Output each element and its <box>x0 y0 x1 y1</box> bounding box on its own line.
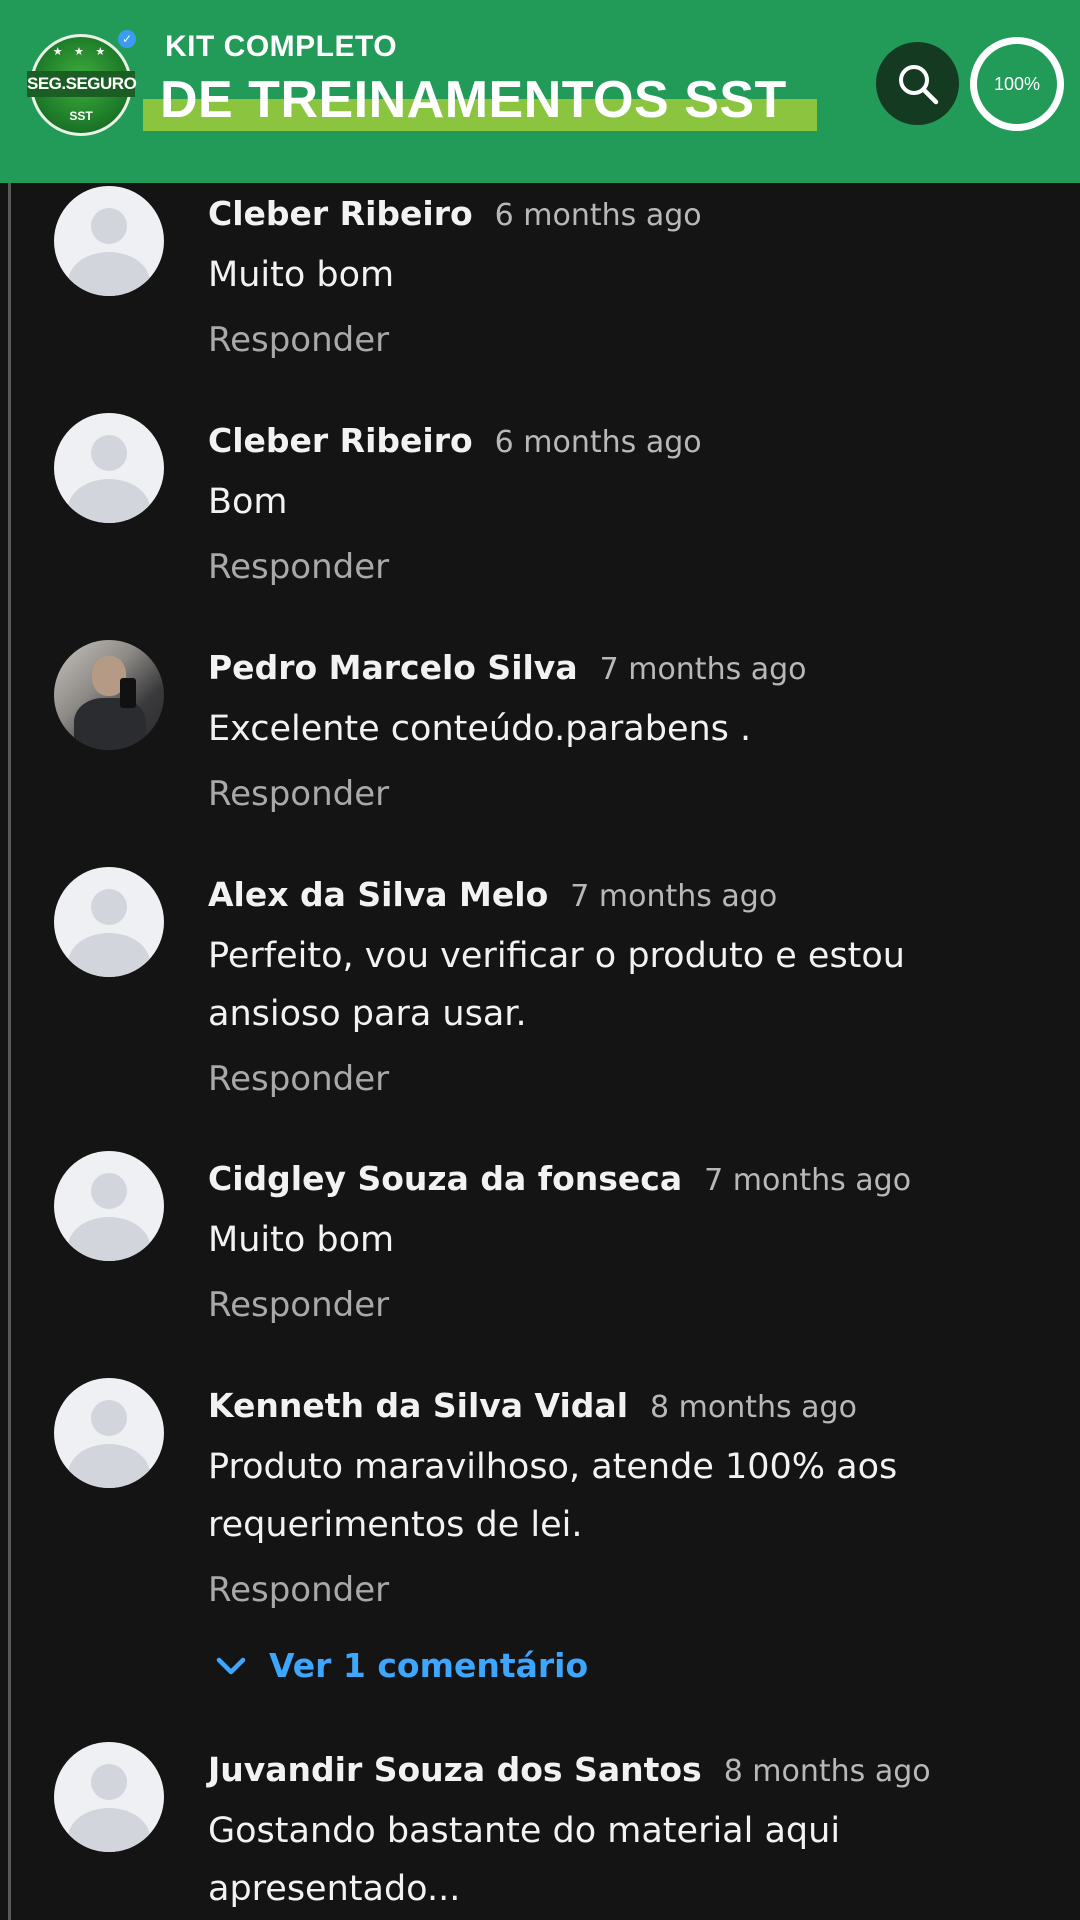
user-photo-avatar[interactable] <box>54 640 164 750</box>
comment-text: Muito bom <box>208 255 395 295</box>
title-line-2: DE TREINAMENTOS SST <box>160 71 787 129</box>
comment-time[interactable]: 8 months ago <box>724 1754 931 1789</box>
comment-text: Perfeito, vou verificar o produto e esto… <box>208 936 905 1034</box>
reply-button[interactable]: Responder <box>208 320 389 360</box>
comment-author[interactable]: Cleber Ribeiro <box>208 421 473 460</box>
left-scroll-track <box>8 183 11 1920</box>
search-icon <box>898 64 938 104</box>
comment-time[interactable]: 6 months ago <box>495 425 702 460</box>
comment-author[interactable]: Cidgley Souza da fonseca <box>208 1159 682 1198</box>
default-avatar-icon[interactable] <box>54 413 164 523</box>
comment-author[interactable]: Kenneth da Silva Vidal <box>208 1386 628 1425</box>
view-replies-label: Ver 1 comentário <box>269 1646 589 1685</box>
channel-logo[interactable]: ★ ★ ★ SEG.SEGURO SST <box>27 34 137 136</box>
default-avatar-icon[interactable] <box>54 1378 164 1488</box>
reply-button[interactable]: Responder <box>208 774 389 814</box>
reply-button[interactable]: Responder <box>208 547 389 587</box>
comment-text: Produto maravilhoso, atende 100% aos req… <box>208 1447 898 1545</box>
comment-text: Bom <box>208 482 288 522</box>
title-line-1: KIT COMPLETO <box>165 30 398 63</box>
comment-time[interactable]: 7 months ago <box>570 879 777 914</box>
view-replies-button[interactable]: Ver 1 comentário <box>215 1646 588 1685</box>
comment-time[interactable]: 6 months ago <box>495 198 702 233</box>
search-button[interactable] <box>876 42 959 125</box>
default-avatar-icon[interactable] <box>54 1742 164 1852</box>
default-avatar-icon[interactable] <box>54 1151 164 1261</box>
comment-author[interactable]: Alex da Silva Melo <box>208 875 548 914</box>
zoom-indicator[interactable]: 100% <box>970 37 1064 131</box>
comment-time[interactable]: 7 months ago <box>600 652 807 687</box>
chevron-down-icon <box>215 1655 247 1677</box>
reply-button[interactable]: Responder <box>208 1059 389 1099</box>
comment-text: Muito bom <box>208 1220 395 1260</box>
default-avatar-icon[interactable] <box>54 867 164 977</box>
logo-text: SEG.SEGURO <box>27 71 137 97</box>
comment-author[interactable]: Cleber Ribeiro <box>208 194 473 233</box>
logo-sub: SST <box>69 109 93 123</box>
comment-text: Gostando bastante do material aqui apres… <box>208 1811 841 1909</box>
comment-time[interactable]: 8 months ago <box>650 1390 857 1425</box>
comment-author[interactable]: Juvandir Souza dos Santos <box>208 1750 702 1789</box>
logo-stars-icon: ★ ★ ★ <box>52 45 110 58</box>
comment-time[interactable]: 7 months ago <box>704 1163 911 1198</box>
comment-author[interactable]: Pedro Marcelo Silva <box>208 648 578 687</box>
reply-button[interactable]: Responder <box>208 1285 389 1325</box>
comment-text: Excelente conteúdo.parabens . <box>208 709 752 749</box>
app-header: ★ ★ ★ SEG.SEGURO SST ✓ KIT COMPLETO DE T… <box>0 0 1080 183</box>
verified-icon: ✓ <box>118 30 136 48</box>
reply-button[interactable]: Responder <box>208 1570 389 1610</box>
default-avatar-icon[interactable] <box>54 186 164 296</box>
zoom-level: 100% <box>993 73 1041 94</box>
